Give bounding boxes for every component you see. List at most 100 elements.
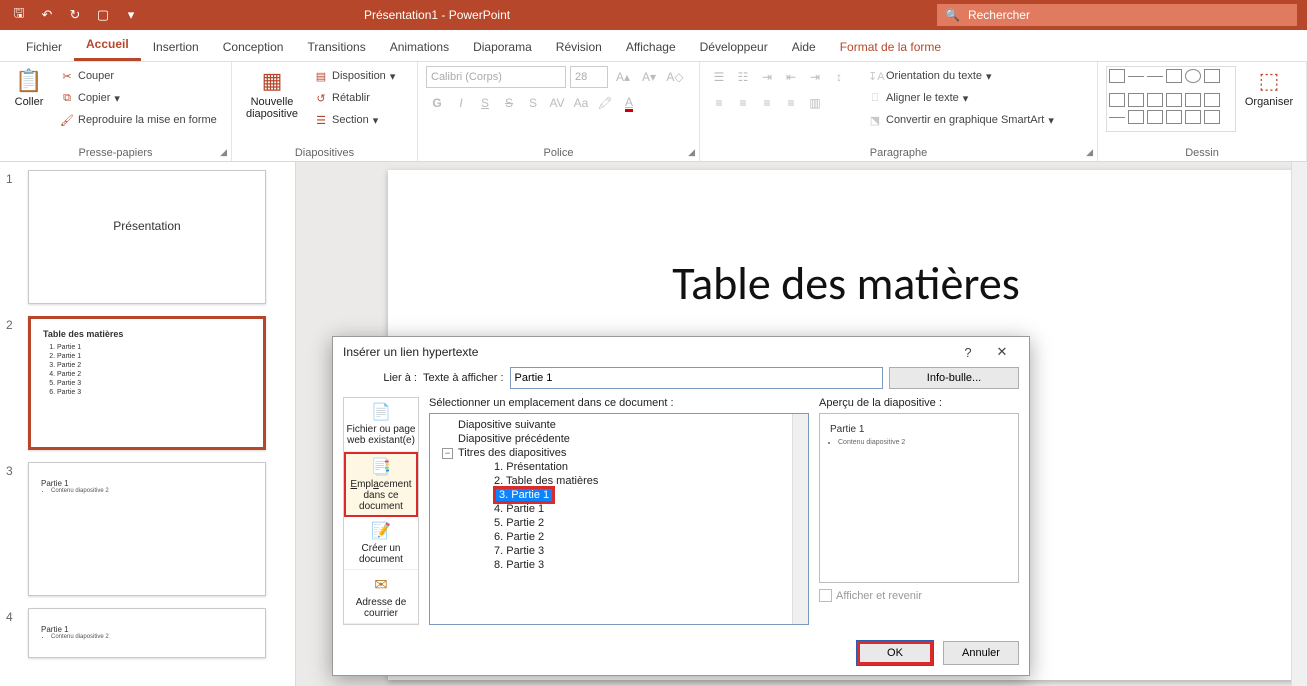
linkto-place-in-doc[interactable]: 📑 Emplacement dans ce document bbox=[344, 452, 418, 517]
tab-transitions[interactable]: Transitions bbox=[295, 34, 377, 61]
tree-item-titles[interactable]: −Titres des diapositives bbox=[430, 446, 808, 460]
tab-file[interactable]: Fichier bbox=[14, 34, 74, 61]
thumb-slot[interactable]: 4 Partie 1 Contenu diapositive 2 bbox=[6, 608, 289, 658]
tree-item-selected[interactable]: 3. Partie 1 bbox=[430, 488, 808, 502]
text-to-display-input[interactable] bbox=[510, 367, 883, 389]
location-tree[interactable]: Diapositive suivante Diapositive précéde… bbox=[429, 413, 809, 625]
help-button[interactable]: ? bbox=[951, 345, 985, 360]
linkto-email[interactable]: ✉ Adresse de courrier bbox=[344, 570, 418, 624]
tab-animations[interactable]: Animations bbox=[378, 34, 461, 61]
thumb-slot[interactable]: 2 Table des matières Partie 1 Partie 1 P… bbox=[6, 316, 289, 450]
tree-item[interactable]: 6. Partie 2 bbox=[430, 530, 808, 544]
highlight-icon[interactable]: 🖍 bbox=[594, 92, 616, 114]
clear-format-icon[interactable]: A◇ bbox=[664, 66, 686, 88]
list-level-icon[interactable]: ⇥ bbox=[756, 66, 778, 88]
tab-slideshow[interactable]: Diaporama bbox=[461, 34, 544, 61]
ok-button[interactable]: OK bbox=[857, 641, 933, 665]
tab-help[interactable]: Aide bbox=[780, 34, 828, 61]
undo-icon[interactable]: ↶ bbox=[34, 2, 60, 28]
font-color-icon[interactable]: A bbox=[618, 92, 640, 114]
tree-item-next[interactable]: Diapositive suivante bbox=[430, 418, 808, 432]
slide-title[interactable]: Table des matières bbox=[388, 256, 1304, 312]
save-icon[interactable]: 🖫 bbox=[6, 2, 32, 28]
group-font-label: Police◢ bbox=[426, 145, 691, 159]
tree-item-prev[interactable]: Diapositive précédente bbox=[430, 432, 808, 446]
underline-button[interactable]: S bbox=[474, 92, 496, 114]
close-button[interactable]: ✕ bbox=[985, 344, 1019, 360]
linkto-create-doc[interactable]: 📝 Créer un document bbox=[344, 517, 418, 571]
thumbnail-pane[interactable]: 1 Présentation 2 Table des matières Part… bbox=[0, 162, 296, 686]
tree-item[interactable]: 8. Partie 3 bbox=[430, 558, 808, 572]
tab-home[interactable]: Accueil bbox=[74, 31, 141, 61]
align-right-icon[interactable]: ≡ bbox=[756, 92, 778, 114]
qat-more-icon[interactable]: ▾ bbox=[118, 2, 144, 28]
cut-button[interactable]: ✂Couper bbox=[56, 66, 221, 86]
outdent-icon[interactable]: ⇤ bbox=[780, 66, 802, 88]
tab-insert[interactable]: Insertion bbox=[141, 34, 211, 61]
dialog-launcher-icon[interactable]: ◢ bbox=[1086, 147, 1093, 158]
font-size-combo[interactable] bbox=[570, 66, 608, 88]
dialog-titlebar[interactable]: Insérer un lien hypertexte ? ✕ bbox=[333, 337, 1029, 367]
align-text-icon: ⎕ bbox=[868, 92, 882, 105]
tab-review[interactable]: Révision bbox=[544, 34, 614, 61]
tree-item[interactable]: 4. Partie 1 bbox=[430, 502, 808, 516]
align-center-icon[interactable]: ≡ bbox=[732, 92, 754, 114]
thumb[interactable]: Partie 1 Contenu diapositive 2 bbox=[28, 608, 266, 658]
line-spacing-icon[interactable]: ↕ bbox=[828, 66, 850, 88]
dialog-launcher-icon[interactable]: ◢ bbox=[220, 147, 227, 158]
format-painter-button[interactable]: 🖌Reproduire la mise en forme bbox=[56, 110, 221, 130]
font-name-combo[interactable] bbox=[426, 66, 566, 88]
dialog-launcher-icon[interactable]: ◢ bbox=[688, 147, 695, 158]
tab-design[interactable]: Conception bbox=[211, 34, 296, 61]
text-direction-button[interactable]: ↧AOrientation du texte ▾ bbox=[864, 66, 1058, 86]
tab-shape-format[interactable]: Format de la forme bbox=[828, 34, 953, 61]
align-left-icon[interactable]: ≡ bbox=[708, 92, 730, 114]
vertical-scrollbar[interactable] bbox=[1291, 162, 1307, 686]
thumb-slot[interactable]: 3 Partie 1 Contenu diapositive 2 bbox=[6, 462, 289, 596]
thumb-slot[interactable]: 1 Présentation bbox=[6, 170, 289, 304]
tab-developer[interactable]: Développeur bbox=[688, 34, 780, 61]
thumb[interactable]: Présentation bbox=[28, 170, 266, 304]
collapse-icon[interactable]: − bbox=[442, 448, 453, 459]
cancel-button[interactable]: Annuler bbox=[943, 641, 1019, 665]
numbering-icon[interactable]: ☷ bbox=[732, 66, 754, 88]
slideshow-icon[interactable]: ▢ bbox=[90, 2, 116, 28]
change-case-icon[interactable]: Aa bbox=[570, 92, 592, 114]
screentip-button[interactable]: Info-bulle... bbox=[889, 367, 1019, 389]
text-to-display-label: Texte à afficher : bbox=[423, 372, 504, 384]
tree-item[interactable]: 7. Partie 3 bbox=[430, 544, 808, 558]
tree-item[interactable]: 1. Présentation bbox=[430, 460, 808, 474]
paste-button[interactable]: 📋 Coller bbox=[8, 66, 50, 132]
shadow-button[interactable]: S bbox=[522, 92, 544, 114]
italic-button[interactable]: I bbox=[450, 92, 472, 114]
bullets-icon[interactable]: ☰ bbox=[708, 66, 730, 88]
thumb-selected[interactable]: Table des matières Partie 1 Partie 1 Par… bbox=[28, 316, 266, 450]
search-input[interactable]: 🔍 Rechercher bbox=[937, 4, 1297, 26]
section-button[interactable]: ☰Section ▾ bbox=[310, 110, 399, 130]
tree-item[interactable]: 2. Table des matières bbox=[430, 474, 808, 488]
grow-font-icon[interactable]: A▴ bbox=[612, 66, 634, 88]
convert-smartart-button[interactable]: ⬔Convertir en graphique SmartArt ▾ bbox=[864, 110, 1058, 130]
tree-item[interactable]: 5. Partie 2 bbox=[430, 516, 808, 530]
linkto-existing-file[interactable]: 📄 Fichier ou page web existant(e) bbox=[344, 398, 418, 452]
justify-icon[interactable]: ≡ bbox=[780, 92, 802, 114]
organize-button[interactable]: ⬚ Organiser bbox=[1242, 66, 1296, 132]
thumb[interactable]: Partie 1 Contenu diapositive 2 bbox=[28, 462, 266, 596]
new-slide-button[interactable]: ▦ Nouvelle diapositive bbox=[240, 66, 304, 132]
strike-button[interactable]: S bbox=[498, 92, 520, 114]
shrink-font-icon[interactable]: A▾ bbox=[638, 66, 660, 88]
indent-icon[interactable]: ⇥ bbox=[804, 66, 826, 88]
tree-scrollbar[interactable] bbox=[792, 414, 808, 624]
align-text-button[interactable]: ⎕Aligner le texte ▾ bbox=[864, 88, 1058, 108]
linkto-label: Fichier ou page web existant(e) bbox=[346, 424, 416, 446]
place-icon: 📑 bbox=[371, 457, 391, 477]
shapes-gallery[interactable] bbox=[1106, 66, 1236, 132]
columns-icon[interactable]: ▥ bbox=[804, 92, 826, 114]
tab-view[interactable]: Affichage bbox=[614, 34, 688, 61]
redo-icon[interactable]: ↻ bbox=[62, 2, 88, 28]
char-spacing-icon[interactable]: AV bbox=[546, 92, 568, 114]
bold-button[interactable]: G bbox=[426, 92, 448, 114]
reset-button[interactable]: ↺Rétablir bbox=[310, 88, 399, 108]
copy-button[interactable]: ⧉Copier ▾ bbox=[56, 88, 221, 108]
layout-button[interactable]: ▤Disposition ▾ bbox=[310, 66, 399, 86]
